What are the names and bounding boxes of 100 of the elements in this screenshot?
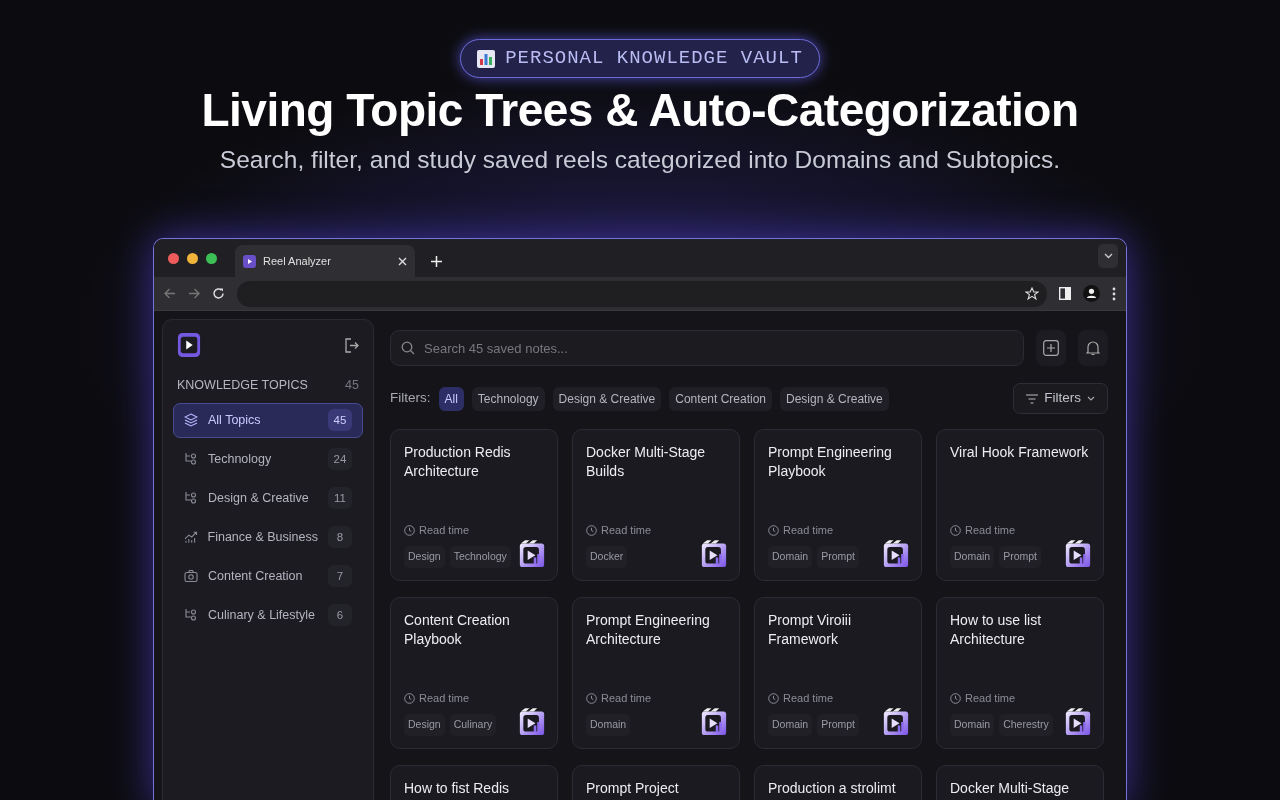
note-card[interactable]: Prompt Engineering Playbook Read time Domain Prompt <box>754 429 922 581</box>
chevron-down-icon <box>1103 253 1113 259</box>
card-title: Docker Multi-Stage Builds <box>586 443 707 481</box>
card-title: Docker Multi-Stage <box>950 779 1071 798</box>
filter-icon <box>1026 393 1039 404</box>
count-badge: 7 <box>328 565 352 588</box>
sidebar-item[interactable]: Finance & Business 8 <box>173 519 363 555</box>
card-title: Prompt Viroiii Framework <box>768 611 852 649</box>
sidebar-item[interactable]: Technology 24 <box>173 441 363 477</box>
side-panel-icon[interactable] <box>1059 287 1071 300</box>
notifications-button[interactable] <box>1078 330 1108 366</box>
sidebar-item[interactable]: All Topics 45 <box>173 402 363 438</box>
browser-tab[interactable]: Reel Analyzer <box>235 245 415 277</box>
clock-icon <box>586 692 597 704</box>
note-card[interactable]: Prompt Project <box>572 765 740 800</box>
tag: Design <box>404 546 445 568</box>
read-time: Read time <box>783 690 834 706</box>
tag: Domain <box>950 714 995 736</box>
filter-chip[interactable]: Design & Creative <box>552 386 662 411</box>
read-time: Read time <box>783 522 834 538</box>
hero-title: Living Topic Trees & Auto-Categorization <box>201 83 1079 138</box>
filters-label: Filters: <box>390 389 431 408</box>
search-field[interactable]: Search 45 saved notes... <box>390 330 1024 366</box>
close-window-dot[interactable] <box>168 252 179 264</box>
count-badge: 45 <box>328 409 352 432</box>
note-card[interactable]: Prompt Engineering Architecture Read time Domain <box>572 597 740 749</box>
filter-chip[interactable]: Technology <box>471 386 545 411</box>
menu-icon[interactable] <box>1112 286 1116 301</box>
card-title: Content Creation Playbook <box>404 611 511 649</box>
star-icon[interactable] <box>1025 286 1039 301</box>
sidebar-item[interactable]: Content Creation 7 <box>173 558 363 594</box>
filter-chip[interactable]: Content Creation <box>669 386 772 411</box>
sidebar-item[interactable]: Culinary & Lifestyle 6 <box>173 597 363 633</box>
chevron-down-icon <box>1087 396 1095 401</box>
clock-icon <box>950 692 961 704</box>
reload-icon[interactable] <box>212 287 225 300</box>
tag: Prompt <box>817 546 860 568</box>
new-tab-icon[interactable] <box>431 256 442 267</box>
tab-list-button[interactable] <box>1098 244 1118 268</box>
read-time: Read time <box>601 522 652 538</box>
play-logo-icon <box>701 708 727 736</box>
note-card[interactable]: Production Redis Architecture Read time Design Technology <box>390 429 558 581</box>
note-card[interactable]: Production a strolimt <box>754 765 922 800</box>
clock-icon <box>950 524 961 536</box>
branch-icon <box>184 608 198 623</box>
plus-square-icon <box>1043 340 1059 356</box>
card-title: Prompt Project <box>586 779 680 798</box>
tag: Domain <box>768 546 813 568</box>
read-time: Read time <box>965 690 1016 706</box>
play-logo-icon <box>883 540 909 568</box>
note-card[interactable]: Prompt Viroiii Framework Read time Domain Prompt <box>754 597 922 749</box>
tag: Culinary <box>449 714 497 736</box>
tag: Design <box>404 714 445 736</box>
clock-icon <box>404 692 415 704</box>
play-logo-icon <box>1065 540 1091 568</box>
layers-icon <box>184 413 198 428</box>
note-card[interactable]: Content Creation Playbook Read time Design Culinary <box>390 597 558 749</box>
branch-icon <box>184 491 198 506</box>
note-card[interactable]: Docker Multi-Stage Builds Read time Docker <box>572 429 740 581</box>
note-card[interactable]: How to use list Architecture Read time Domain Cherestry <box>936 597 1104 749</box>
clock-icon <box>586 524 597 536</box>
forward-arrow-icon[interactable] <box>188 288 200 299</box>
filters-button[interactable]: Filters <box>1013 383 1108 414</box>
trend-chart-icon <box>184 530 198 545</box>
minimize-window-dot[interactable] <box>187 252 198 264</box>
play-logo-icon <box>519 540 545 568</box>
note-card[interactable]: How to fist Redis <box>390 765 558 800</box>
count-badge: 24 <box>328 448 352 471</box>
read-time: Read time <box>601 690 652 706</box>
hero-subtitle: Search, filter, and study saved reels categorized into Domains and Subtopics. <box>219 144 1061 175</box>
tag: Prompt <box>817 714 860 736</box>
favicon-icon <box>243 254 256 268</box>
card-title: Production Redis Architecture <box>404 443 512 481</box>
section-heading: KNOWLEDGE TOPICS <box>177 377 308 394</box>
filter-chip[interactable]: Design & Creative <box>780 386 889 411</box>
logout-icon[interactable] <box>344 337 359 353</box>
note-card[interactable]: Viral Hook Framework Read time Domain Prompt <box>936 429 1104 581</box>
count-badge: 6 <box>328 604 352 627</box>
back-arrow-icon[interactable] <box>164 288 176 299</box>
clock-icon <box>404 524 415 536</box>
tag: Technology <box>449 546 511 568</box>
profile-icon[interactable] <box>1083 285 1100 302</box>
clock-icon <box>768 524 779 536</box>
tag: Domain <box>586 714 631 736</box>
card-title: How to fist Redis <box>404 779 511 798</box>
tag: Domain <box>950 546 995 568</box>
add-button[interactable] <box>1036 330 1066 366</box>
card-title: Viral Hook Framework <box>950 443 1090 462</box>
card-title: How to use list Architecture <box>950 611 1043 649</box>
card-title: Production a strolimt <box>768 779 897 798</box>
play-logo-icon <box>519 708 545 736</box>
read-time: Read time <box>419 690 470 706</box>
sidebar-item[interactable]: Design & Creative 11 <box>173 480 363 516</box>
close-icon[interactable] <box>398 256 407 266</box>
note-card[interactable]: Docker Multi-Stage <box>936 765 1104 800</box>
filter-chip[interactable]: All <box>438 386 464 411</box>
read-time: Read time <box>965 522 1016 538</box>
maximize-window-dot[interactable] <box>206 252 217 264</box>
bell-icon <box>1086 340 1100 356</box>
play-logo-icon <box>1065 708 1091 736</box>
